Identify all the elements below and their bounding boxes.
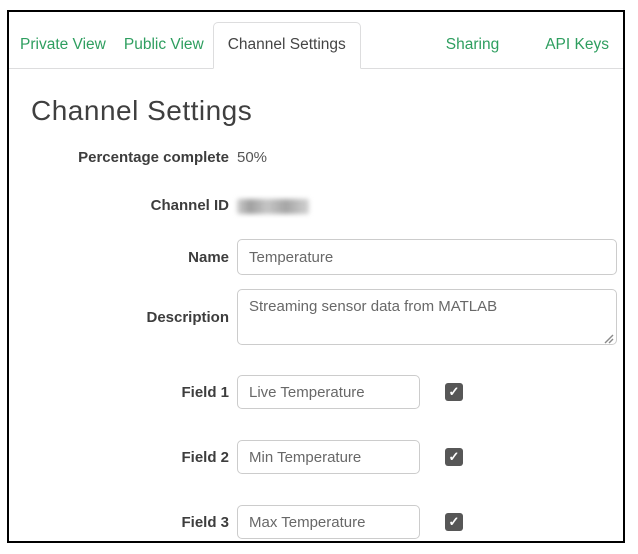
channel-id-label: Channel ID (9, 197, 229, 214)
field2-checkbox[interactable]: ✓ (445, 448, 463, 466)
field1-checkbox[interactable]: ✓ (445, 383, 463, 401)
description-textarea[interactable]: Streaming sensor data from MATLAB (237, 289, 617, 345)
percentage-complete-label: Percentage complete (9, 149, 229, 166)
field1-row: Field 1 ✓ (9, 375, 623, 409)
page-title: Channel Settings (31, 95, 623, 127)
field3-label: Field 3 (9, 514, 229, 531)
channel-id-row: Channel ID (9, 197, 623, 214)
tab-api-keys[interactable]: API Keys (536, 23, 618, 68)
field2-row: Field 2 ✓ (9, 440, 623, 474)
field2-label: Field 2 (9, 449, 229, 466)
field3-input[interactable] (237, 505, 420, 539)
channel-tabbar: Private View Public View Channel Setting… (9, 12, 623, 69)
field1-input[interactable] (237, 375, 420, 409)
name-label: Name (9, 249, 229, 266)
field3-checkbox[interactable]: ✓ (445, 513, 463, 531)
field2-input[interactable] (237, 440, 420, 474)
channel-settings-panel: Channel Settings Percentage complete 50%… (9, 69, 623, 539)
field3-row: Field 3 ✓ (9, 505, 623, 539)
percentage-complete-row: Percentage complete 50% (9, 149, 623, 166)
percentage-complete-value: 50% (237, 149, 267, 166)
field1-label: Field 1 (9, 384, 229, 401)
tab-channel-settings[interactable]: Channel Settings (213, 22, 361, 69)
channel-id-value-redacted (237, 199, 309, 214)
tab-public-view[interactable]: Public View (115, 23, 213, 68)
name-input[interactable] (237, 239, 617, 275)
screenshot-frame: Private View Public View Channel Setting… (7, 10, 625, 543)
description-row: Description Streaming sensor data from M… (9, 289, 623, 345)
tab-private-view[interactable]: Private View (11, 23, 115, 68)
tab-sharing[interactable]: Sharing (437, 23, 508, 68)
name-row: Name (9, 239, 623, 275)
description-label: Description (9, 309, 229, 326)
